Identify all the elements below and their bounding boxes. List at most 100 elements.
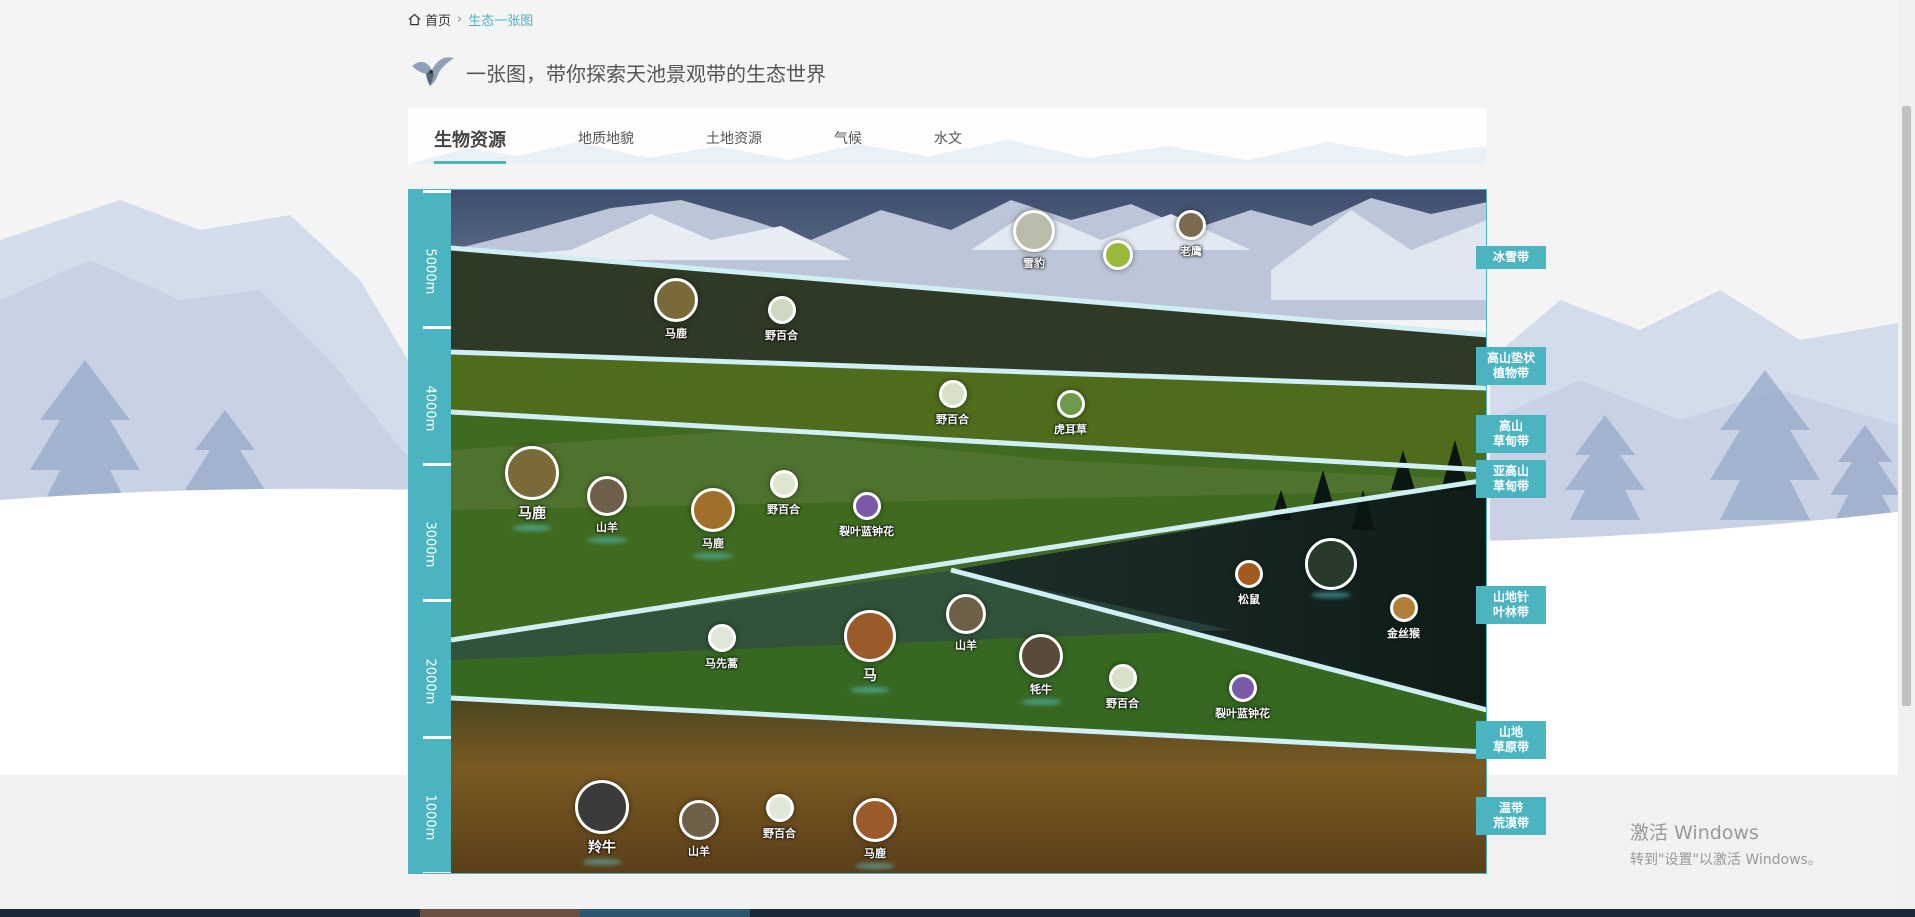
species-marker[interactable]: 裂叶蓝钟花 — [839, 492, 894, 539]
species-name: 山羊 — [955, 639, 977, 652]
altitude-label: 4000m — [422, 385, 438, 432]
species-name: 野百合 — [767, 503, 800, 516]
species-photo — [1228, 674, 1257, 702]
breadcrumb-home[interactable]: 首页 — [408, 10, 451, 29]
zone-label-line: 高山垫状 — [1486, 351, 1535, 365]
species-marker[interactable] — [1103, 240, 1133, 270]
zone-label-line: 温带 — [1498, 801, 1523, 815]
vertical-scrollbar[interactable] — [1898, 0, 1915, 917]
chevron-right-icon: › — [457, 12, 463, 27]
species-marker[interactable] — [1305, 538, 1357, 598]
zone-label-coniferous-forest[interactable]: 山地针 叶林带 — [1476, 586, 1546, 624]
species-name: 马鹿 — [702, 537, 724, 550]
species-marker[interactable]: 马鹿 — [853, 798, 897, 869]
species-marker[interactable]: 野百合 — [1106, 664, 1139, 711]
tab-land-resources[interactable]: 土地资源 — [706, 128, 762, 164]
species-glow — [1311, 592, 1351, 598]
species-marker[interactable]: 马 — [844, 610, 896, 693]
species-marker[interactable]: 老鹰 — [1176, 210, 1206, 259]
species-photo — [1013, 210, 1055, 252]
species-marker[interactable]: 野百合 — [765, 296, 798, 343]
tab-climate[interactable]: 气候 — [834, 128, 862, 164]
species-photo — [1103, 240, 1133, 270]
zone-label-alpine-meadow[interactable]: 高山 草甸带 — [1476, 415, 1546, 453]
species-marker[interactable]: 马鹿 — [505, 446, 559, 531]
altitude-label: 1000m — [422, 794, 438, 841]
zone-label-line: 草甸带 — [1492, 434, 1529, 448]
species-glow — [1021, 699, 1061, 705]
zone-label-subalpine-meadow[interactable]: 亚高山 草甸带 — [1476, 460, 1546, 498]
zone-label-mountain-steppe[interactable]: 山地 草原带 — [1476, 721, 1546, 759]
activation-title: 激活 Windows — [1630, 822, 1759, 844]
species-photo — [938, 380, 967, 408]
species-photo — [691, 488, 735, 532]
species-photo — [1235, 560, 1263, 588]
taskbar-item[interactable] — [580, 909, 750, 917]
tab-bar: 生物资源 地质地貌 土地资源 气候 水文 — [408, 108, 1486, 164]
scale-tick — [423, 872, 451, 873]
species-photo — [505, 446, 559, 500]
eagle-icon — [412, 57, 454, 86]
species-photo — [946, 594, 986, 634]
zone-label-alpine-cushion[interactable]: 高山垫状 植物带 — [1476, 347, 1546, 385]
species-marker[interactable]: 野百合 — [767, 470, 800, 517]
species-name: 野百合 — [936, 413, 969, 426]
scale-tick — [423, 736, 451, 739]
species-name: 金丝猴 — [1387, 627, 1420, 640]
species-marker[interactable]: 山羊 — [946, 594, 986, 653]
species-marker[interactable]: 野百合 — [763, 794, 796, 841]
species-photo — [769, 470, 798, 498]
scrollbar-thumb[interactable] — [1902, 106, 1911, 706]
species-marker[interactable]: 雪豹 — [1013, 210, 1055, 271]
breadcrumb-home-label[interactable]: 首页 — [425, 10, 451, 29]
species-marker[interactable]: 金丝猴 — [1387, 594, 1420, 641]
taskbar-item[interactable] — [420, 909, 580, 917]
species-photo — [852, 492, 881, 520]
species-marker[interactable]: 马鹿 — [691, 488, 735, 559]
species-marker[interactable]: 羚牛 — [575, 780, 629, 865]
tab-geology[interactable]: 地质地貌 — [578, 128, 634, 164]
breadcrumb-current[interactable]: 生态一张图 — [468, 10, 533, 29]
scale-tick — [423, 326, 451, 329]
species-name: 虎耳草 — [1054, 423, 1087, 436]
species-photo — [654, 278, 698, 322]
scale-tick — [423, 463, 451, 466]
species-photo — [844, 610, 896, 662]
species-marker[interactable]: 马鹿 — [654, 278, 698, 341]
species-name: 马 — [863, 668, 877, 684]
species-name: 马鹿 — [665, 327, 687, 340]
species-glow — [512, 525, 552, 531]
species-marker[interactable]: 山羊 — [587, 476, 627, 543]
species-marker[interactable]: 野百合 — [936, 380, 969, 427]
zone-label-line: 草甸带 — [1492, 479, 1529, 493]
species-photo — [853, 798, 897, 842]
tab-bio-resources[interactable]: 生物资源 — [434, 126, 506, 164]
page: 首页 › 生态一张图 一张图，带你探索天池景观带的生态世界 生物资源 地质地貌 … — [0, 0, 1915, 917]
taskbar-strip — [0, 909, 1915, 917]
species-photo — [765, 794, 794, 822]
zone-label-snow[interactable]: 冰雪带 — [1476, 246, 1546, 269]
tab-hydrology[interactable]: 水文 — [934, 128, 962, 164]
species-photo — [1108, 664, 1137, 692]
zone-label-line: 草原带 — [1492, 740, 1529, 754]
species-name: 雪豹 — [1023, 257, 1045, 270]
scale-tick — [423, 599, 451, 602]
species-name: 松鼠 — [1238, 593, 1260, 606]
species-marker[interactable]: 裂叶蓝钟花 — [1215, 674, 1270, 721]
species-marker[interactable]: 虎耳草 — [1054, 390, 1087, 437]
scale-tick — [423, 190, 451, 193]
species-photo — [707, 624, 736, 652]
species-name: 裂叶蓝钟花 — [839, 525, 894, 538]
zone-label-line: 山地针 — [1492, 590, 1529, 604]
species-photo — [1305, 538, 1357, 590]
altitude-label: 3000m — [422, 521, 438, 568]
zone-label-line: 植物带 — [1492, 366, 1529, 380]
species-marker[interactable]: 牦牛 — [1019, 634, 1063, 705]
zone-label-temperate-desert[interactable]: 温带 荒漠带 — [1476, 797, 1546, 835]
species-photo — [1389, 594, 1418, 622]
species-photo — [1056, 390, 1085, 418]
species-marker[interactable]: 山羊 — [679, 800, 719, 859]
species-marker[interactable]: 马先蒿 — [705, 624, 738, 671]
zone-label-line: 叶林带 — [1492, 605, 1529, 619]
species-marker[interactable]: 松鼠 — [1235, 560, 1263, 607]
